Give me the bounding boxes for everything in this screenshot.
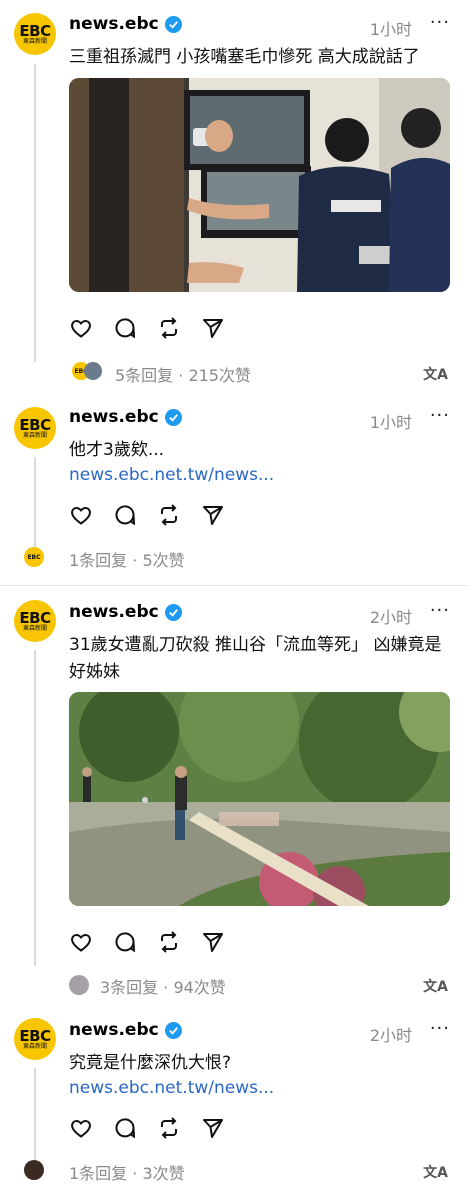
- timestamp: 2小时: [369, 1026, 412, 1045]
- username[interactable]: news.ebc: [69, 407, 182, 427]
- avatar[interactable]: EBC 東森新聞: [14, 1018, 56, 1060]
- username-text: news.ebc: [69, 407, 159, 427]
- post-4[interactable]: EBC 東森新聞 news.ebc 2小时 ··· 究竟是什麼深仇大恨? new…: [0, 1006, 468, 1200]
- avatar-sub: 東森新聞: [22, 37, 47, 45]
- post-text: 究竟是什麼深仇大恨?: [69, 1053, 232, 1073]
- more-options-icon[interactable]: ···: [430, 12, 450, 33]
- reply-summary-text: 5条回复 · 215次赞: [115, 366, 251, 385]
- verified-icon: [164, 603, 182, 621]
- post-3[interactable]: EBC 東森新聞 news.ebc 2小时 ··· 31歲女遭亂刀砍殺 推山谷「…: [0, 586, 468, 1006]
- reply-summary-text: 1条回复 · 5次赞: [69, 551, 185, 570]
- avatar-sub: 東森新聞: [22, 1042, 47, 1050]
- repost-icon[interactable]: [157, 503, 181, 527]
- more-options-icon[interactable]: ···: [430, 1018, 450, 1039]
- thread-line: [34, 64, 36, 362]
- username-text: news.ebc: [69, 1020, 159, 1040]
- avatar[interactable]: EBC 東森新聞: [14, 407, 56, 449]
- avatar-sub: 東森新聞: [22, 431, 47, 439]
- reply-icon[interactable]: [113, 930, 137, 954]
- avatar[interactable]: EBC 東森新聞: [14, 13, 56, 55]
- reply-summary[interactable]: 5条回复 · 215次赞: [115, 362, 251, 386]
- like-icon[interactable]: [69, 1116, 93, 1140]
- post-image[interactable]: [69, 78, 450, 292]
- translate-icon[interactable]: 文A: [423, 364, 448, 384]
- avatar-sub: 東森新聞: [22, 624, 47, 632]
- action-bar: [69, 930, 225, 954]
- replier-avatar-photo: [84, 362, 102, 380]
- post-image[interactable]: [69, 692, 450, 906]
- post-link[interactable]: news.ebc.net.tw/news...: [69, 465, 274, 485]
- action-bar: [69, 503, 225, 527]
- replier-avatar-photo: [24, 1160, 44, 1180]
- more-options-icon[interactable]: ···: [430, 405, 450, 426]
- like-icon[interactable]: [69, 503, 93, 527]
- reply-icon[interactable]: [113, 1116, 137, 1140]
- avatar-logo: EBC: [19, 21, 51, 40]
- share-icon[interactable]: [201, 1116, 225, 1140]
- repost-icon[interactable]: [157, 316, 181, 340]
- verified-icon: [164, 408, 182, 426]
- more-options-icon[interactable]: ···: [430, 600, 450, 621]
- post-text: 他才3歲欸...: [69, 440, 165, 460]
- reply-icon[interactable]: [113, 316, 137, 340]
- username-text: news.ebc: [69, 14, 159, 34]
- timestamp: 1小时: [369, 413, 412, 432]
- reply-icon[interactable]: [113, 503, 137, 527]
- share-icon[interactable]: [201, 503, 225, 527]
- username[interactable]: news.ebc: [69, 1020, 182, 1040]
- reply-summary[interactable]: 1条回复 · 5次赞: [69, 547, 185, 571]
- like-icon[interactable]: [69, 316, 93, 340]
- avatar-logo: EBC: [19, 608, 51, 627]
- verified-icon: [164, 15, 182, 33]
- verified-icon: [164, 1021, 182, 1039]
- share-icon[interactable]: [201, 316, 225, 340]
- avatar[interactable]: EBC 東森新聞: [14, 600, 56, 642]
- share-icon[interactable]: [201, 930, 225, 954]
- avatar-logo: EBC: [19, 1026, 51, 1045]
- username[interactable]: news.ebc: [69, 14, 182, 34]
- post-1[interactable]: EBC 東森新聞 news.ebc 1小时 ··· 三重祖孫滅門 小孩嘴塞毛巾慘…: [0, 0, 468, 395]
- reply-summary[interactable]: 3条回复 · 94次赞: [100, 974, 226, 998]
- username-text: news.ebc: [69, 602, 159, 622]
- post-link[interactable]: news.ebc.net.tw/news...: [69, 1078, 274, 1098]
- username[interactable]: news.ebc: [69, 602, 182, 622]
- reply-summary[interactable]: 1条回复 · 3次赞: [69, 1160, 185, 1184]
- translate-icon[interactable]: 文A: [423, 1162, 448, 1182]
- repost-icon[interactable]: [157, 930, 181, 954]
- action-bar: [69, 316, 225, 340]
- repost-icon[interactable]: [157, 1116, 181, 1140]
- reply-summary-text: 3条回复 · 94次赞: [100, 978, 226, 997]
- action-bar: [69, 1116, 225, 1140]
- reply-summary-text: 1条回复 · 3次赞: [69, 1164, 185, 1183]
- like-icon[interactable]: [69, 930, 93, 954]
- timestamp: 1小时: [369, 20, 412, 39]
- replier-avatar-ebc: EBC: [24, 547, 44, 567]
- replier-avatar-photo: [69, 975, 89, 995]
- timestamp: 2小时: [369, 608, 412, 627]
- post-text: 31歲女遭亂刀砍殺 推山谷「流血等死」 凶嫌竟是好姊妹: [69, 635, 442, 682]
- translate-icon[interactable]: 文A: [423, 976, 448, 996]
- post-2[interactable]: EBC 東森新聞 news.ebc 1小时 ··· 他才3歲欸... news.…: [0, 395, 468, 585]
- post-text: 三重祖孫滅門 小孩嘴塞毛巾慘死 高大成說話了: [69, 47, 420, 67]
- avatar-logo: EBC: [19, 415, 51, 434]
- thread-line: [34, 650, 36, 966]
